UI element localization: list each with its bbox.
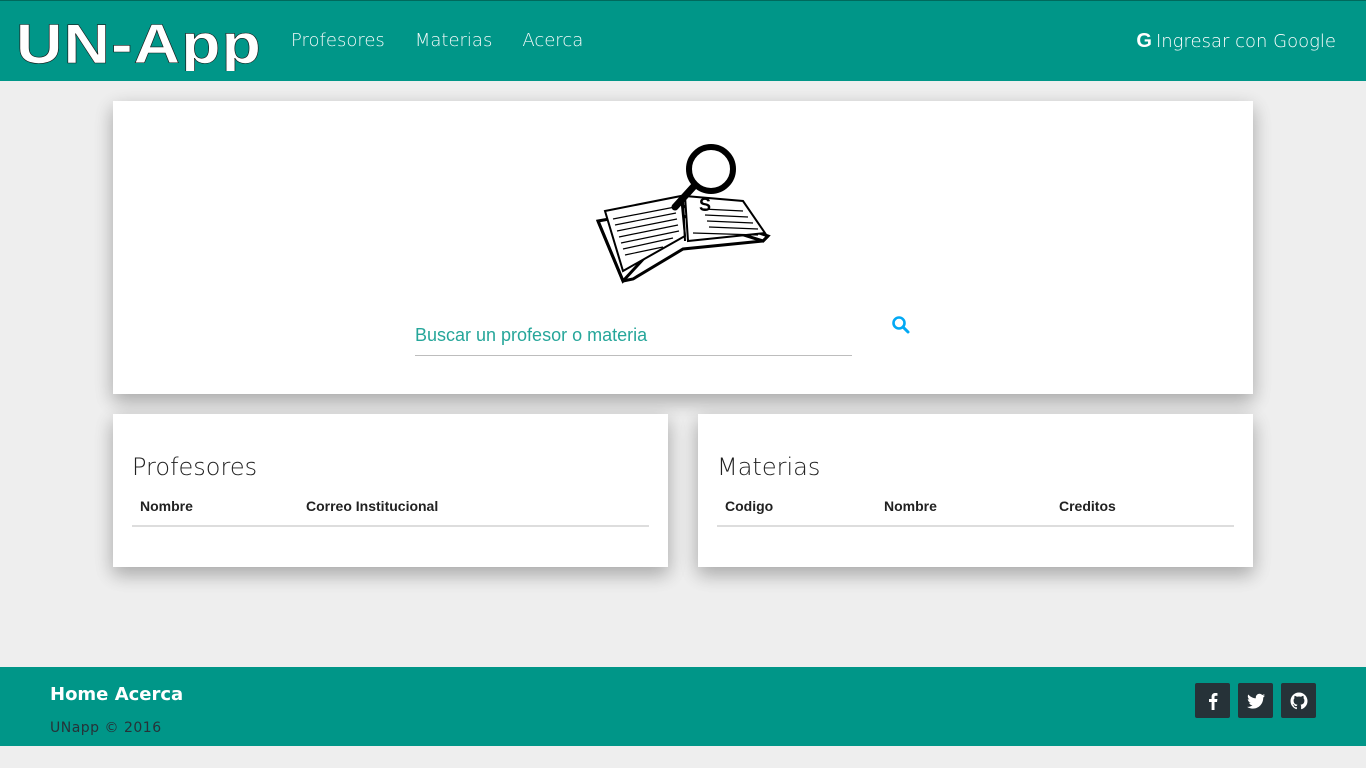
search-input[interactable] (415, 316, 852, 356)
twitter-button[interactable] (1238, 683, 1273, 718)
github-icon (1290, 692, 1307, 709)
search-icon[interactable] (891, 315, 911, 335)
column-header-creditos: Creditos (1059, 498, 1116, 514)
navbar: UN-App Profesores Materias Acerca G Ingr… (0, 0, 1366, 81)
google-login-label: Ingresar con Google (1155, 31, 1336, 52)
nav-links: Profesores Materias Acerca (291, 30, 613, 51)
nav-link-materias[interactable]: Materias (415, 30, 493, 51)
profesores-title: Profesores (132, 453, 258, 481)
materias-title: Materias (717, 453, 821, 481)
footer: Home Acerca UNapp © 2016 (0, 667, 1366, 746)
svg-text:S: S (699, 195, 711, 215)
column-header-correo: Correo Institucional (306, 498, 439, 514)
facebook-icon (1208, 692, 1217, 710)
google-login-button[interactable]: G Ingresar con Google (1136, 30, 1336, 53)
footer-links: Home Acerca (50, 684, 183, 705)
copyright-text: UNapp © 2016 (50, 720, 162, 736)
footer-link-acerca[interactable]: Acerca (115, 684, 184, 705)
search-card: S (113, 101, 1253, 394)
facebook-button[interactable] (1195, 683, 1230, 718)
twitter-icon (1246, 693, 1265, 709)
column-header-codigo: Codigo (725, 498, 774, 514)
materias-card: Materias Codigo Nombre Creditos (698, 414, 1253, 567)
nav-link-profesores[interactable]: Profesores (291, 30, 385, 51)
materias-table-header: Codigo Nombre Creditos (717, 498, 1234, 527)
logo-icon[interactable]: UN-App (14, 13, 264, 71)
profesores-table-header: Nombre Correo Institucional (132, 498, 649, 527)
footer-link-home[interactable]: Home (50, 684, 108, 705)
google-icon: G (1136, 30, 1152, 52)
column-header-nombre: Nombre (140, 498, 193, 514)
nav-link-acerca[interactable]: Acerca (522, 30, 583, 51)
column-header-nombre: Nombre (884, 498, 937, 514)
profesores-card: Profesores Nombre Correo Institucional (113, 414, 668, 567)
logo-text: UN-App (16, 13, 262, 71)
book-magnifier-icon: S (595, 144, 771, 284)
github-button[interactable] (1281, 683, 1316, 718)
